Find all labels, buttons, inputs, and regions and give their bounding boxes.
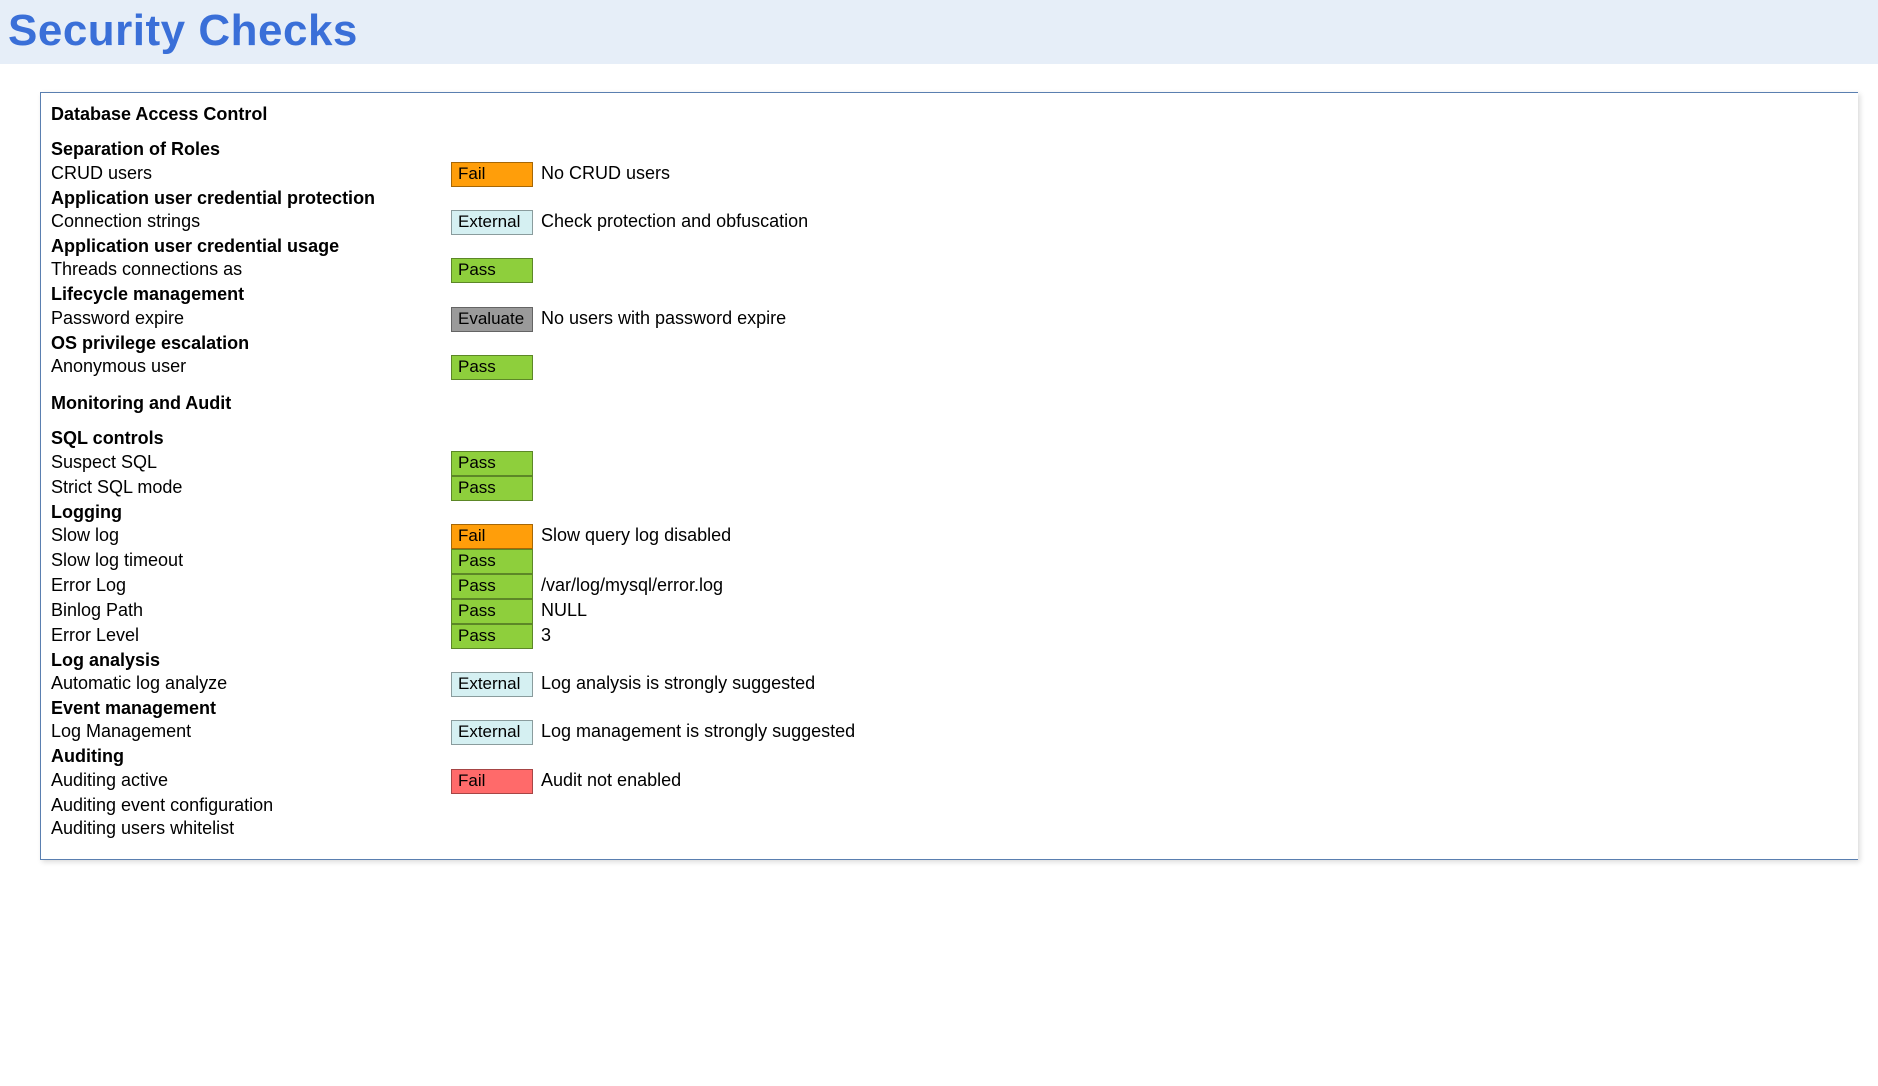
check-row: Slow logFail Slow query log disabled (51, 524, 1848, 549)
subsection-title: SQL controls (51, 427, 1848, 450)
check-status-cell: Pass (451, 624, 541, 649)
status-badge: Pass (451, 476, 533, 501)
check-row: Log ManagementExternal Log management is … (51, 720, 1848, 745)
check-status-cell (451, 817, 541, 840)
check-row: Error LevelPass 3 (51, 624, 1848, 649)
check-label: Slow log timeout (51, 549, 451, 574)
check-detail (541, 258, 1848, 283)
status-badge: Evaluate (451, 307, 533, 332)
header-bar: Security Checks (0, 0, 1878, 64)
check-row: Suspect SQLPass (51, 451, 1848, 476)
checks-table: Database Access Control Separation of Rol… (51, 103, 1848, 853)
check-detail (541, 476, 1848, 501)
subsection-title: Application user credential protection (51, 187, 1848, 210)
subsection-title: Log analysis (51, 649, 1848, 672)
check-label: Threads connections as (51, 258, 451, 283)
check-status-cell: Fail (451, 524, 541, 549)
security-checks-panel: Database Access Control Separation of Rol… (40, 92, 1858, 860)
check-detail (541, 451, 1848, 476)
check-detail (541, 794, 1848, 817)
check-status-cell: Fail (451, 162, 541, 187)
check-row: Threads connections asPass (51, 258, 1848, 283)
check-row: Automatic log analyzeExternal Log analysi… (51, 672, 1848, 697)
check-label: Connection strings (51, 210, 451, 235)
status-badge: Pass (451, 574, 533, 599)
status-badge: Pass (451, 451, 533, 476)
check-status-cell (451, 794, 541, 817)
check-status-cell: Pass (451, 451, 541, 476)
check-status-cell: Pass (451, 549, 541, 574)
check-row: Auditing users whitelist (51, 817, 1848, 840)
check-label: Password expire (51, 307, 451, 332)
check-label: Binlog Path (51, 599, 451, 624)
check-status-cell: External (451, 210, 541, 235)
check-row: Slow log timeoutPass (51, 549, 1848, 574)
status-badge: External (451, 672, 533, 697)
status-badge: Pass (451, 624, 533, 649)
check-label: Auditing users whitelist (51, 817, 451, 840)
check-label: Auditing active (51, 769, 451, 794)
check-detail: 3 (541, 624, 1848, 649)
check-detail: /var/log/mysql/error.log (541, 574, 1848, 599)
check-label: Anonymous user (51, 355, 451, 380)
check-status-cell: Pass (451, 574, 541, 599)
subsection-title: Application user credential usage (51, 235, 1848, 258)
status-badge: Fail (451, 769, 533, 794)
check-row: Auditing event configuration (51, 794, 1848, 817)
page-title: Security Checks (8, 6, 1870, 56)
status-badge: External (451, 210, 533, 235)
subsection-title: Auditing (51, 745, 1848, 768)
check-detail (541, 549, 1848, 574)
check-row: Password expireEvaluate No users with pas… (51, 307, 1848, 332)
check-label: Error Level (51, 624, 451, 649)
subsection-title: Logging (51, 501, 1848, 524)
check-status-cell: Pass (451, 476, 541, 501)
check-detail: Log management is strongly suggested (541, 720, 1848, 745)
check-detail: Log analysis is strongly suggested (541, 672, 1848, 697)
check-status-cell: Pass (451, 258, 541, 283)
check-detail: No users with password expire (541, 307, 1848, 332)
check-label: Automatic log analyze (51, 672, 451, 697)
section-title: Database Access Control (51, 103, 1848, 126)
check-detail (541, 817, 1848, 840)
check-label: Strict SQL mode (51, 476, 451, 501)
subsection-title: Separation of Roles (51, 138, 1848, 161)
check-row: Connection stringsExternal Check protecti… (51, 210, 1848, 235)
check-status-cell: External (451, 720, 541, 745)
check-status-cell: External (451, 672, 541, 697)
check-label: Auditing event configuration (51, 794, 451, 817)
status-badge: Pass (451, 258, 533, 283)
check-label: Slow log (51, 524, 451, 549)
status-badge: Fail (451, 524, 533, 549)
check-row: Error LogPass/var/log/mysql/error.log (51, 574, 1848, 599)
check-label: Log Management (51, 720, 451, 745)
check-status-cell: Pass (451, 355, 541, 380)
status-badge: Pass (451, 599, 533, 624)
subsection-title: Event management (51, 697, 1848, 720)
section-title: Monitoring and Audit (51, 392, 1848, 415)
status-badge: Pass (451, 355, 533, 380)
status-badge: External (451, 720, 533, 745)
check-row: Anonymous userPass (51, 355, 1848, 380)
check-detail (541, 355, 1848, 380)
check-row: Strict SQL modePass (51, 476, 1848, 501)
check-label: Suspect SQL (51, 451, 451, 476)
check-detail: NULL (541, 599, 1848, 624)
status-badge: Fail (451, 162, 533, 187)
check-detail: Audit not enabled (541, 769, 1848, 794)
check-label: Error Log (51, 574, 451, 599)
subsection-title: Lifecycle management (51, 283, 1848, 306)
check-row: Auditing activeFail Audit not enabled (51, 769, 1848, 794)
check-row: Binlog PathPass NULL (51, 599, 1848, 624)
check-status-cell: Fail (451, 769, 541, 794)
check-status-cell: Evaluate (451, 307, 541, 332)
status-badge: Pass (451, 549, 533, 574)
subsection-title: OS privilege escalation (51, 332, 1848, 355)
check-detail: Slow query log disabled (541, 524, 1848, 549)
check-detail: No CRUD users (541, 162, 1848, 187)
check-label: CRUD users (51, 162, 451, 187)
check-row: CRUD usersFail No CRUD users (51, 162, 1848, 187)
check-detail: Check protection and obfuscation (541, 210, 1848, 235)
check-status-cell: Pass (451, 599, 541, 624)
